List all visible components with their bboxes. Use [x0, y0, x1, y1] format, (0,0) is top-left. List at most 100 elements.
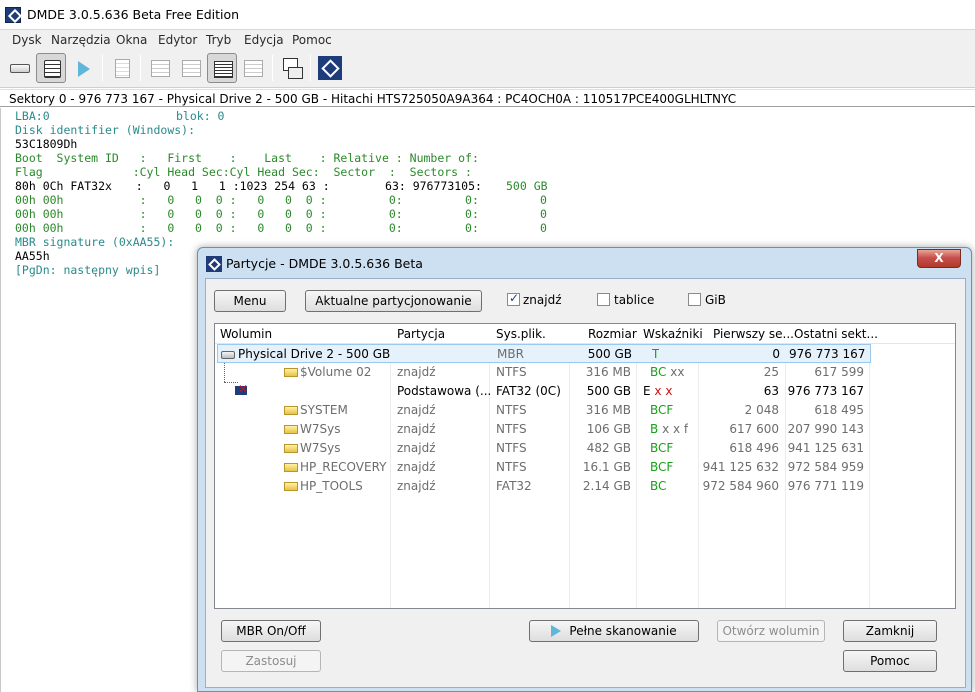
menu-edycja[interactable]: Edycja — [244, 33, 284, 47]
menu-okna[interactable]: Okna — [116, 33, 147, 47]
document-button[interactable] — [107, 53, 137, 83]
menu-tryb[interactable]: Tryb — [206, 33, 231, 47]
open-drive-button[interactable] — [4, 53, 34, 83]
dmde-dialog-icon — [206, 256, 222, 272]
dmde-logo-icon — [318, 56, 342, 80]
folder-icon — [284, 463, 298, 472]
play-icon — [551, 625, 562, 637]
window-title: DMDE 3.0.5.636 Beta Free Edition — [27, 7, 240, 22]
menu-pomoc[interactable]: Pomoc — [292, 33, 332, 47]
toolbar-separator — [140, 55, 141, 81]
tables-checkbox-label: tablice — [614, 293, 655, 307]
toolbar-separator — [272, 55, 273, 81]
disk-id-label: Disk identifier (Windows): — [15, 123, 196, 137]
search-grid-button[interactable] — [238, 53, 268, 83]
play-icon — [78, 61, 90, 77]
column-header-volume[interactable]: Wolumin — [220, 327, 272, 341]
copy-button[interactable] — [277, 53, 307, 83]
play-button[interactable] — [68, 53, 98, 83]
column-header-partition[interactable]: Partycja — [397, 327, 445, 341]
column-header-first-sector[interactable]: Pierwszy se... — [713, 327, 794, 341]
dialog-body: Menu Aktualne partycjonowanie znajdź tab… — [205, 278, 966, 688]
find-checkbox[interactable] — [507, 291, 520, 306]
entry-1-flags: 80h 0Ch FAT32x — [15, 179, 112, 193]
tables-checkbox[interactable] — [597, 293, 610, 306]
entry-3-size: 0 — [540, 207, 547, 221]
table-header-1: Boot System ID : First : Last : Relative… — [15, 151, 479, 165]
menubar: Dysk Narzędzia Okna Edytor Tryb Edycja P… — [0, 30, 975, 50]
table-row[interactable]: SYSTEM znajdź NTFS 316 MB BCF 2 048 618 … — [215, 401, 955, 420]
hard-drive-icon — [221, 351, 235, 359]
column-header-filesystem[interactable]: Sys.plik. — [496, 327, 546, 341]
toolbar-separator — [310, 55, 311, 81]
table-row[interactable]: HP_TOOLS znajdź FAT32 2.14 GB BC 972 584… — [215, 477, 955, 496]
close-button[interactable]: Zamknij — [843, 620, 937, 642]
full-scan-button[interactable]: Pełne skanowanie — [529, 620, 699, 642]
table-row[interactable]: W7Sys znajdź NTFS 106 GB B x x f 617 600… — [215, 420, 955, 439]
sector-info-bar: Sektory 0 - 976 773 167 - Physical Drive… — [0, 89, 975, 107]
dialog-close-button[interactable]: X — [917, 249, 961, 268]
table-view-icon — [214, 61, 233, 78]
folder-icon — [284, 444, 298, 453]
entry-3: 00h 00h : 0 0 0 : 0 0 0 : 0: 0: — [15, 207, 479, 221]
grid-button-2[interactable] — [176, 53, 206, 83]
dialog-title: Partycje - DMDE 3.0.5.636 Beta — [226, 256, 423, 271]
gib-checkbox-label: GiB — [705, 293, 726, 307]
menu-narzedzia[interactable]: Narzędzia — [51, 33, 111, 47]
folder-icon — [284, 406, 298, 415]
partitions-table[interactable]: Wolumin Partycja Sys.plik. Rozmiar Wskaź… — [214, 323, 956, 609]
folder-icon — [284, 425, 298, 434]
mbr-signature-label: MBR signature (0xAA55): — [15, 235, 175, 249]
table-row[interactable]: HP_RECOVERY znajdź NTFS 16.1 GB BCF 941 … — [215, 458, 955, 477]
table-row[interactable]: Physical Drive 2 - 500 GB - ... MBR 500 … — [217, 344, 871, 363]
table-header: Wolumin Partycja Sys.plik. Rozmiar Wskaź… — [215, 324, 955, 344]
toolbar — [0, 50, 975, 88]
entry-1-values: : 0 1 1 :1023 254 63 : 63: 976773105: — [115, 179, 482, 193]
table-header-2: Flag :Cyl Head Sec:Cyl Head Sec: Sector … — [15, 165, 472, 179]
table-row[interactable]: $Volume 02 znajdź NTFS 316 MB BC xx 25 6… — [215, 363, 955, 382]
folder-icon — [284, 368, 298, 377]
current-partitioning-button[interactable]: Aktualne partycjonowanie — [305, 290, 482, 312]
grid-icon — [182, 60, 201, 77]
folder-icon — [284, 482, 298, 491]
document-icon — [115, 59, 130, 78]
entry-4: 00h 00h : 0 0 0 : 0 0 0 : 0: 0: — [15, 221, 479, 235]
column-header-last-sector[interactable]: Ostatni sekt... — [794, 327, 878, 341]
menu-dysk[interactable]: Dysk — [12, 33, 42, 47]
entry-1-size: 500 GB — [506, 179, 548, 193]
toolbar-separator — [102, 55, 103, 81]
mbr-toggle-button[interactable]: MBR On/Off — [221, 620, 321, 642]
gib-checkbox[interactable] — [688, 293, 701, 306]
search-grid-icon — [244, 60, 263, 77]
apply-button[interactable]: Zastosuj — [221, 650, 321, 672]
table-row[interactable]: W7Sys znajdź NTFS 482 GB BCF 618 496 941… — [215, 439, 955, 458]
view-button[interactable] — [36, 53, 66, 83]
open-volume-button[interactable]: Otwórz wolumin — [717, 620, 825, 642]
find-checkbox-label: znajdź — [523, 293, 562, 307]
deleted-partition-icon: ✕ — [235, 384, 253, 398]
sector-info-text: Sektory 0 - 976 773 167 - Physical Drive… — [9, 92, 737, 106]
entry-4-size: 0 — [540, 221, 547, 235]
table-view-button[interactable] — [207, 53, 237, 83]
entry-2: 00h 00h : 0 0 0 : 0 0 0 : 0: 0: — [15, 193, 479, 207]
dmde-logo-button[interactable] — [315, 53, 345, 83]
partitions-dialog: Partycje - DMDE 3.0.5.636 Beta X Menu Ak… — [197, 247, 972, 692]
mbr-signature-value: AA55h — [15, 249, 50, 263]
view-lines-icon — [44, 60, 61, 78]
column-header-size[interactable]: Rozmiar — [588, 327, 637, 341]
table-row[interactable]: ✕ Podstawowa (... FAT32 (0C) 500 GB E x … — [215, 382, 955, 401]
drive-icon — [10, 64, 30, 73]
grid-icon — [151, 60, 170, 77]
dmde-app-icon — [5, 7, 21, 23]
block-label: blok: 0 — [176, 109, 225, 123]
menu-edytor[interactable]: Edytor — [158, 33, 197, 47]
column-header-flags[interactable]: Wskaźniki — [643, 327, 703, 341]
help-button[interactable]: Pomoc — [843, 650, 937, 672]
menu-button[interactable]: Menu — [214, 290, 286, 312]
pgdn-link[interactable]: [PgDn: następny wpis] — [15, 263, 160, 277]
entry-2-size: 0 — [540, 193, 547, 207]
lba-label: LBA:0 — [15, 109, 50, 123]
grid-button-1[interactable] — [145, 53, 175, 83]
main-titlebar: DMDE 3.0.5.636 Beta Free Edition — [0, 0, 975, 30]
disk-id-value: 53C1809Dh — [15, 137, 78, 151]
